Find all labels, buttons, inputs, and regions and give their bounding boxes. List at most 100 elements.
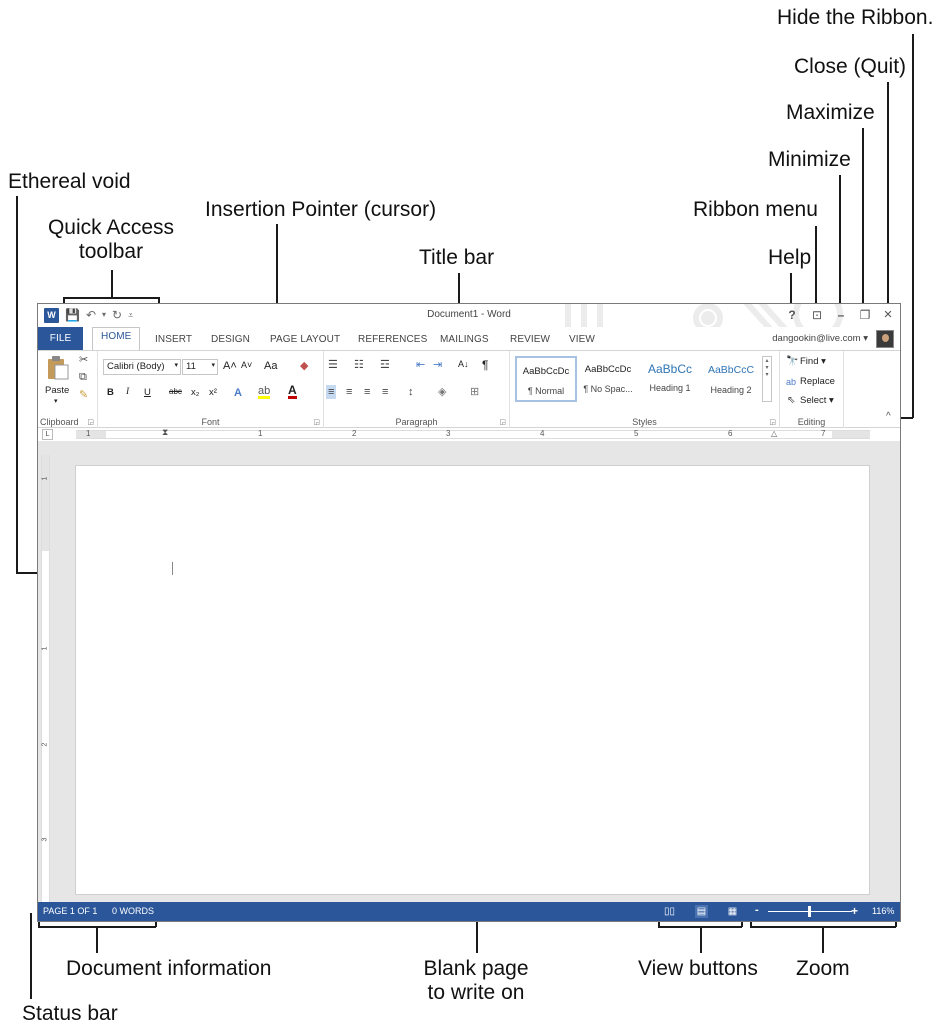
- font-size-combo[interactable]: 11 ▾: [182, 359, 218, 375]
- callout-insertion-pointer: Insertion Pointer (cursor): [205, 198, 437, 221]
- highlight-icon[interactable]: ab: [258, 386, 271, 399]
- tab-mailings[interactable]: MAILINGS: [440, 334, 489, 345]
- callout-quick-access: Quick Access toolbar: [38, 216, 184, 264]
- styles-launcher-icon[interactable]: ◲: [769, 418, 776, 426]
- tab-file[interactable]: FILE: [38, 327, 83, 350]
- group-label-editing: Editing: [797, 417, 826, 427]
- style-normal[interactable]: AaBbCcDc ¶ Normal: [515, 356, 577, 402]
- minimize-icon[interactable]: –: [833, 307, 849, 323]
- align-center-icon[interactable]: ≡: [346, 385, 352, 399]
- zoom-level[interactable]: 116%: [872, 906, 894, 916]
- blank-page[interactable]: [75, 465, 870, 895]
- paste-button[interactable]: Paste: [45, 385, 69, 396]
- tab-page-layout[interactable]: PAGE LAYOUT: [270, 334, 340, 345]
- clipboard-launcher-icon[interactable]: ◲: [87, 418, 94, 426]
- title-bar[interactable]: W 💾 ↶ ▾ ↻ ⩡ Document1 - Word ? ⊡ – ❐ ×: [38, 304, 900, 327]
- shrink-font-icon[interactable]: A˅: [241, 360, 252, 370]
- zoom-slider-thumb[interactable]: [808, 906, 811, 917]
- callout-maximize: Maximize: [786, 101, 875, 124]
- subscript-button[interactable]: x₂: [191, 387, 199, 398]
- select-button[interactable]: Select ▾: [800, 395, 834, 406]
- font-size-dropdown-icon[interactable]: ▾: [211, 361, 215, 369]
- indent-marker[interactable]: ⧗: [162, 427, 168, 438]
- zoom-in-button[interactable]: +: [851, 904, 858, 918]
- tab-design[interactable]: DESIGN: [211, 334, 250, 345]
- paragraph-launcher-icon[interactable]: ◲: [499, 418, 506, 426]
- font-name-value: Calibri (Body): [107, 361, 165, 372]
- find-button[interactable]: Find ▾: [800, 356, 826, 367]
- help-icon[interactable]: ?: [784, 307, 800, 323]
- collapse-ribbon-icon[interactable]: ^: [886, 411, 891, 422]
- shading-icon[interactable]: ◈: [438, 385, 446, 399]
- vertical-ruler[interactable]: 1 1 2 3: [41, 455, 50, 902]
- callout-document-information: Document information: [66, 957, 272, 980]
- font-color-icon[interactable]: A: [288, 384, 297, 399]
- callout-ethereal-void: Ethereal void: [8, 170, 131, 193]
- decrease-indent-icon[interactable]: ⇤: [416, 358, 425, 372]
- ruler-number: 3: [446, 429, 451, 438]
- tab-references[interactable]: REFERENCES: [358, 334, 427, 345]
- ribbon-display-options-icon[interactable]: ⊡: [809, 307, 825, 323]
- read-mode-icon[interactable]: ▯▯: [663, 905, 676, 918]
- document-area: 1 1 2 3: [38, 441, 900, 902]
- select-icon[interactable]: ⇖: [787, 394, 795, 408]
- right-indent-marker[interactable]: △: [771, 429, 777, 438]
- paste-dropdown-icon[interactable]: ▾: [54, 397, 58, 405]
- tab-home[interactable]: HOME: [92, 327, 141, 351]
- tab-review[interactable]: REVIEW: [510, 334, 550, 345]
- copy-icon[interactable]: ⧉: [79, 370, 87, 384]
- multilevel-list-icon[interactable]: ☲: [380, 358, 390, 372]
- cut-icon[interactable]: ✂: [79, 353, 88, 367]
- format-painter-icon[interactable]: ✎: [79, 388, 88, 402]
- horizontal-ruler[interactable]: L 1 ⧗ 1 2 3 4 5 6 △ 7: [38, 427, 900, 441]
- close-icon[interactable]: ×: [880, 307, 896, 323]
- styles-gallery-scroll[interactable]: ▴ ▾ ▾: [762, 356, 772, 402]
- font-name-dropdown-icon[interactable]: ▾: [174, 361, 178, 369]
- bullets-icon[interactable]: ☰: [328, 358, 338, 372]
- callout-blank-page-line1: Blank page: [423, 957, 529, 980]
- show-marks-icon[interactable]: ¶: [482, 358, 488, 372]
- web-layout-icon[interactable]: ▦: [726, 905, 739, 918]
- increase-indent-icon[interactable]: ⇥: [433, 358, 442, 372]
- line-spacing-icon[interactable]: ↕: [408, 385, 414, 399]
- style-heading-1[interactable]: AaBbCc Heading 1: [639, 356, 701, 402]
- underline-button[interactable]: U: [144, 387, 151, 398]
- clear-formatting-icon[interactable]: ◆: [300, 359, 308, 373]
- tab-view[interactable]: VIEW: [569, 334, 595, 345]
- numbering-icon[interactable]: ☷: [354, 358, 364, 372]
- replace-button[interactable]: Replace: [800, 376, 835, 387]
- tab-selector[interactable]: L: [42, 429, 53, 440]
- sort-icon[interactable]: A↓: [458, 359, 469, 369]
- italic-button[interactable]: I: [126, 387, 129, 397]
- bold-button[interactable]: B: [107, 387, 114, 398]
- borders-icon[interactable]: ⊞: [470, 385, 479, 399]
- zoom-out-button[interactable]: -: [755, 904, 759, 916]
- avatar[interactable]: [876, 330, 894, 348]
- leader-maximize: [862, 128, 864, 306]
- tab-insert[interactable]: INSERT: [155, 334, 192, 345]
- superscript-button[interactable]: x²: [209, 387, 217, 398]
- grow-font-icon[interactable]: A˄: [223, 360, 237, 372]
- justify-icon[interactable]: ≡: [382, 385, 388, 399]
- paste-icon[interactable]: [46, 355, 70, 381]
- restore-icon[interactable]: ❐: [857, 307, 873, 323]
- align-left-icon[interactable]: ≡: [326, 385, 337, 399]
- style-heading-2[interactable]: AaBbCcC Heading 2: [700, 356, 762, 402]
- replace-icon[interactable]: ab: [786, 375, 796, 389]
- align-right-icon[interactable]: ≡: [364, 385, 370, 399]
- window-title: Document1 - Word: [427, 309, 511, 320]
- style-no-spacing[interactable]: AaBbCcDc ¶ No Spac...: [577, 356, 639, 402]
- vruler-number: 1: [41, 646, 49, 651]
- style-heading-1-name: Heading 1: [649, 383, 691, 393]
- find-icon[interactable]: 🔭: [786, 355, 798, 369]
- text-effects-icon[interactable]: A: [234, 386, 242, 400]
- strikethrough-button[interactable]: abc: [169, 387, 182, 396]
- font-launcher-icon[interactable]: ◲: [313, 418, 320, 426]
- account-name[interactable]: dangookin@live.com ▾: [772, 333, 868, 344]
- vruler-number: 1: [41, 476, 49, 481]
- change-case-icon[interactable]: Aa: [264, 360, 277, 372]
- font-name-combo[interactable]: Calibri (Body) ▾: [103, 359, 181, 375]
- print-layout-icon[interactable]: ▤: [695, 905, 708, 918]
- word-count[interactable]: 0 WORDS: [112, 906, 154, 916]
- page-count[interactable]: PAGE 1 OF 1: [43, 906, 97, 916]
